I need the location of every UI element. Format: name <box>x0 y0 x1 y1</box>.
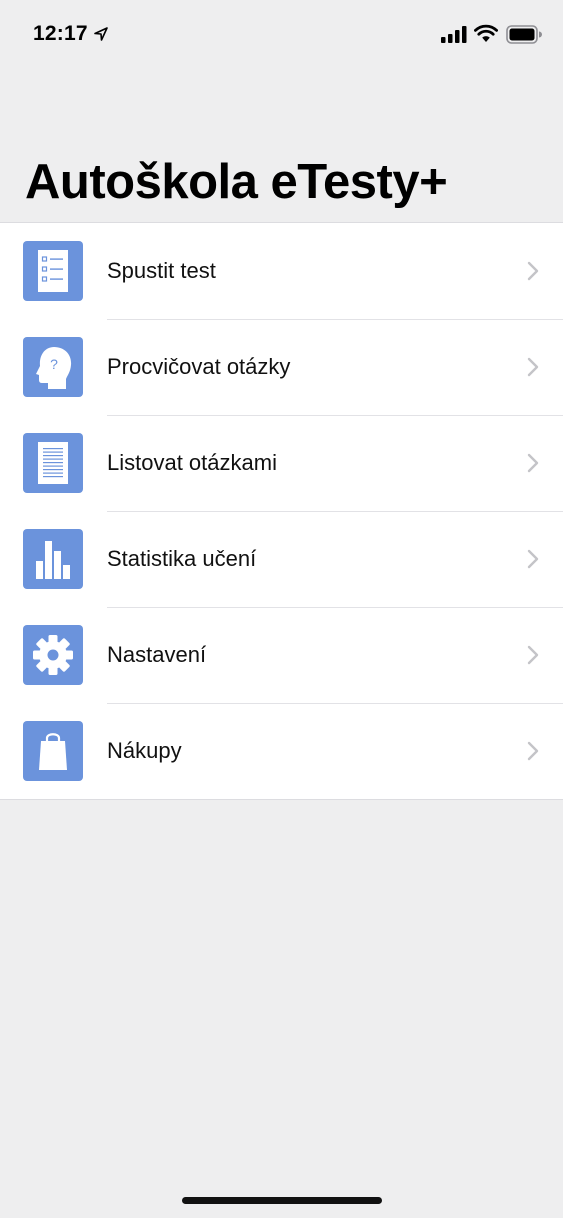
document-icon <box>23 433 83 493</box>
menu-item-listovat-otazkami[interactable]: Listovat otázkami <box>0 415 563 511</box>
menu-item-label: Nastavení <box>107 642 207 667</box>
chevron-right-icon <box>527 549 539 569</box>
wifi-icon <box>474 24 498 42</box>
app-screen: 12:17 Autoškola eTesty+ Spustit test ? P… <box>0 0 563 1218</box>
shopping-bag-icon <box>23 721 83 781</box>
svg-text:?: ? <box>50 356 58 372</box>
chevron-right-icon <box>527 741 539 761</box>
chevron-right-icon <box>527 357 539 377</box>
status-time: 12:17 <box>33 22 88 45</box>
chevron-right-icon <box>527 261 539 281</box>
menu-item-nakupy[interactable]: Nákupy <box>0 703 563 799</box>
status-bar: 12:17 <box>0 0 563 70</box>
battery-icon <box>506 25 542 44</box>
menu-item-label: Nákupy <box>107 738 182 763</box>
cellular-signal-icon <box>441 26 467 43</box>
menu-item-label: Statistika učení <box>107 546 257 571</box>
main-menu-list: Spustit test ? Procvičovat otázky Listov… <box>0 222 563 800</box>
row-separator <box>107 607 563 608</box>
row-separator <box>107 319 563 320</box>
chevron-right-icon <box>527 645 539 665</box>
row-separator <box>107 415 563 416</box>
menu-item-label: Spustit test <box>107 258 216 283</box>
menu-item-statistika-uceni[interactable]: Statistika učení <box>0 511 563 607</box>
home-indicator[interactable] <box>182 1197 382 1204</box>
row-separator <box>107 511 563 512</box>
bar-chart-icon <box>23 529 83 589</box>
menu-item-nastaveni[interactable]: Nastavení <box>0 607 563 703</box>
location-arrow-icon <box>94 27 108 41</box>
checklist-icon <box>23 241 83 301</box>
menu-item-procvicovat-otazky[interactable]: ? Procvičovat otázky <box>0 319 563 415</box>
menu-item-spustit-test[interactable]: Spustit test <box>0 223 563 319</box>
menu-item-label: Listovat otázkami <box>107 450 277 475</box>
row-separator <box>107 703 563 704</box>
menu-item-label: Procvičovat otázky <box>107 354 291 379</box>
page-title: Autoškola eTesty+ <box>25 155 448 209</box>
head-question-icon: ? <box>23 337 83 397</box>
chevron-right-icon <box>527 453 539 473</box>
gear-icon <box>23 625 83 685</box>
